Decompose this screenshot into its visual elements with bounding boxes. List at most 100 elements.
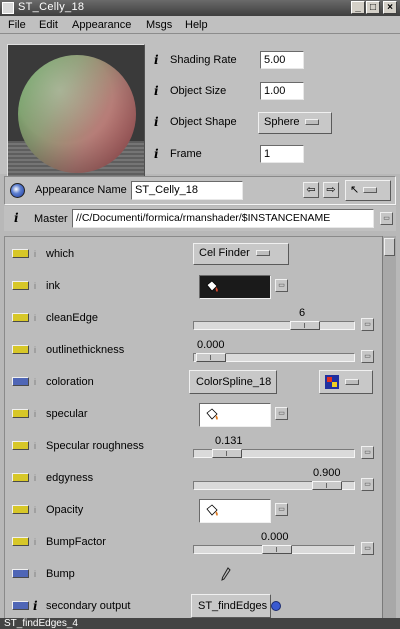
pencil-icon[interactable] xyxy=(221,567,231,581)
param-row-cleanedge: i cleanEdge 6 ▭ xyxy=(5,303,382,334)
param-type-chip[interactable] xyxy=(12,537,29,546)
bumpfactor-slider[interactable] xyxy=(193,545,355,554)
slider-thumb[interactable] xyxy=(312,481,342,490)
param-type-chip[interactable] xyxy=(12,345,29,354)
param-label: ink xyxy=(46,280,61,292)
ink-color-swatch[interactable] xyxy=(199,275,271,299)
scrollbar-thumb[interactable] xyxy=(384,238,395,256)
slider-thumb[interactable] xyxy=(212,449,242,458)
info-icon[interactable]: i xyxy=(14,211,22,225)
appearance-name-field[interactable]: ST_Celly_18 xyxy=(131,181,243,200)
cleanedge-slider[interactable] xyxy=(193,321,355,330)
maximize-button[interactable]: □ xyxy=(366,1,380,14)
parameter-list-scrollbar[interactable] xyxy=(382,236,396,629)
minimize-button[interactable]: _ xyxy=(351,1,365,14)
arrow-left-icon[interactable]: ⇦ xyxy=(303,182,319,198)
param-type-chip[interactable] xyxy=(12,601,29,610)
info-icon[interactable]: i xyxy=(154,53,162,67)
param-type-chip[interactable] xyxy=(12,473,29,482)
param-type-chip[interactable] xyxy=(12,441,29,450)
param-type-chip[interactable] xyxy=(12,249,29,258)
param-type-chip[interactable] xyxy=(12,281,29,290)
shading-rate-field[interactable]: 5.00 xyxy=(260,51,304,69)
paint-bucket-icon xyxy=(206,504,218,516)
menu-file[interactable]: File xyxy=(8,19,26,31)
specular-roughness-options-button[interactable]: ▭ xyxy=(361,446,374,459)
slider-thumb[interactable] xyxy=(262,545,292,554)
param-type-chip[interactable] xyxy=(12,313,29,322)
specular-roughness-slider[interactable] xyxy=(193,449,355,458)
which-dropdown[interactable]: Cel Finder xyxy=(193,243,289,265)
frame-field[interactable]: 1 xyxy=(260,145,304,163)
param-row-specular: i specular ▭ xyxy=(5,399,382,430)
opacity-options-button[interactable]: ▭ xyxy=(275,503,288,516)
param-label: Specular roughness xyxy=(46,440,144,452)
specular-options-button[interactable]: ▭ xyxy=(275,407,288,420)
dropdown-indicator-icon xyxy=(255,250,270,257)
master-label: Master xyxy=(34,213,68,225)
slider-thumb[interactable] xyxy=(290,321,320,330)
info-icon[interactable]: i xyxy=(33,599,41,613)
shading-rate-label: Shading Rate xyxy=(170,54,237,66)
outlinethickness-options-button[interactable]: ▭ xyxy=(361,350,374,363)
app-icon xyxy=(2,2,14,14)
dropdown-indicator-icon xyxy=(305,119,320,126)
menu-edit[interactable]: Edit xyxy=(39,19,58,31)
param-label: coloration xyxy=(46,376,94,388)
menu-help[interactable]: Help xyxy=(185,19,208,31)
paint-bucket-icon xyxy=(206,408,218,420)
param-type-chip[interactable] xyxy=(12,377,29,386)
bumpfactor-options-button[interactable]: ▭ xyxy=(361,542,374,555)
arrow-right-icon[interactable]: ⇨ xyxy=(323,182,339,198)
menu-msgs[interactable]: Msgs xyxy=(146,19,172,31)
secondary-output-connection-button[interactable]: ST_findEdges xyxy=(191,594,271,618)
info-icon[interactable]: i xyxy=(154,115,162,129)
close-button[interactable]: × xyxy=(383,1,397,14)
coloration-menu-button[interactable] xyxy=(319,370,373,394)
param-row-edgyness: i edgyness 0.900 ▭ xyxy=(5,463,382,494)
title-bar: ST_Celly_18 _ □ × xyxy=(0,0,400,16)
dropdown-indicator-icon xyxy=(345,379,359,385)
appearance-name-label: Appearance Name xyxy=(35,184,127,196)
paint-bucket-icon xyxy=(206,280,218,292)
bottom-bar-text: ST_findEdges_4 xyxy=(4,618,78,629)
param-label: Opacity xyxy=(46,504,84,516)
edgyness-options-button[interactable]: ▭ xyxy=(361,478,374,491)
object-shape-label: Object Shape xyxy=(170,116,237,128)
param-label: BumpFactor xyxy=(46,536,106,548)
param-type-chip[interactable] xyxy=(12,505,29,514)
globe-icon[interactable] xyxy=(10,183,25,198)
info-icon[interactable]: i xyxy=(154,84,162,98)
cleanedge-options-button[interactable]: ▭ xyxy=(361,318,374,331)
menu-appearance[interactable]: Appearance xyxy=(72,19,131,31)
ink-options-button[interactable]: ▭ xyxy=(275,279,288,292)
bottom-bar: ST_findEdges_4 xyxy=(0,618,400,629)
param-label: cleanEdge xyxy=(46,312,98,324)
param-type-chip[interactable] xyxy=(12,409,29,418)
param-label: secondary output xyxy=(46,600,131,612)
param-label: which xyxy=(46,248,75,260)
coloration-connection-button[interactable]: ColorSpline_18 xyxy=(189,370,277,394)
info-icon[interactable]: i xyxy=(154,147,162,161)
slider-thumb[interactable] xyxy=(196,353,226,362)
param-row-outlinethickness: i outlinethickness 0.000 ▭ xyxy=(5,335,382,366)
shader-node-icon xyxy=(325,375,339,389)
param-type-chip[interactable] xyxy=(12,569,29,578)
specular-color-swatch[interactable] xyxy=(199,403,271,427)
opacity-color-swatch[interactable] xyxy=(199,499,271,523)
edgyness-slider[interactable] xyxy=(193,481,355,490)
param-row-ink: i ink ▭ xyxy=(5,271,382,302)
render-panel: i Shading Rate 5.00 i Object Size 1.00 i… xyxy=(0,34,400,178)
param-label: outlinethickness xyxy=(46,344,125,356)
pointer-menu-button[interactable]: ↖ xyxy=(345,180,391,201)
connection-dot-icon[interactable] xyxy=(271,601,281,611)
master-options-button[interactable]: ▭ xyxy=(380,212,393,225)
outlinethickness-value: 0.000 xyxy=(197,339,225,351)
object-size-field[interactable]: 1.00 xyxy=(260,82,304,100)
outlinethickness-slider[interactable] xyxy=(193,353,355,362)
object-shape-dropdown[interactable]: Sphere xyxy=(258,112,332,134)
master-path-field[interactable]: //C/Documenti/formica/rmanshader/$INSTAN… xyxy=(72,209,374,228)
parameter-list: i which Cel Finder i ink ▭ i cleanEdge 6… xyxy=(4,236,382,629)
param-label: Bump xyxy=(46,568,75,580)
appearance-bar: Appearance Name ST_Celly_18 ⇦ ⇨ ↖ xyxy=(4,176,396,205)
